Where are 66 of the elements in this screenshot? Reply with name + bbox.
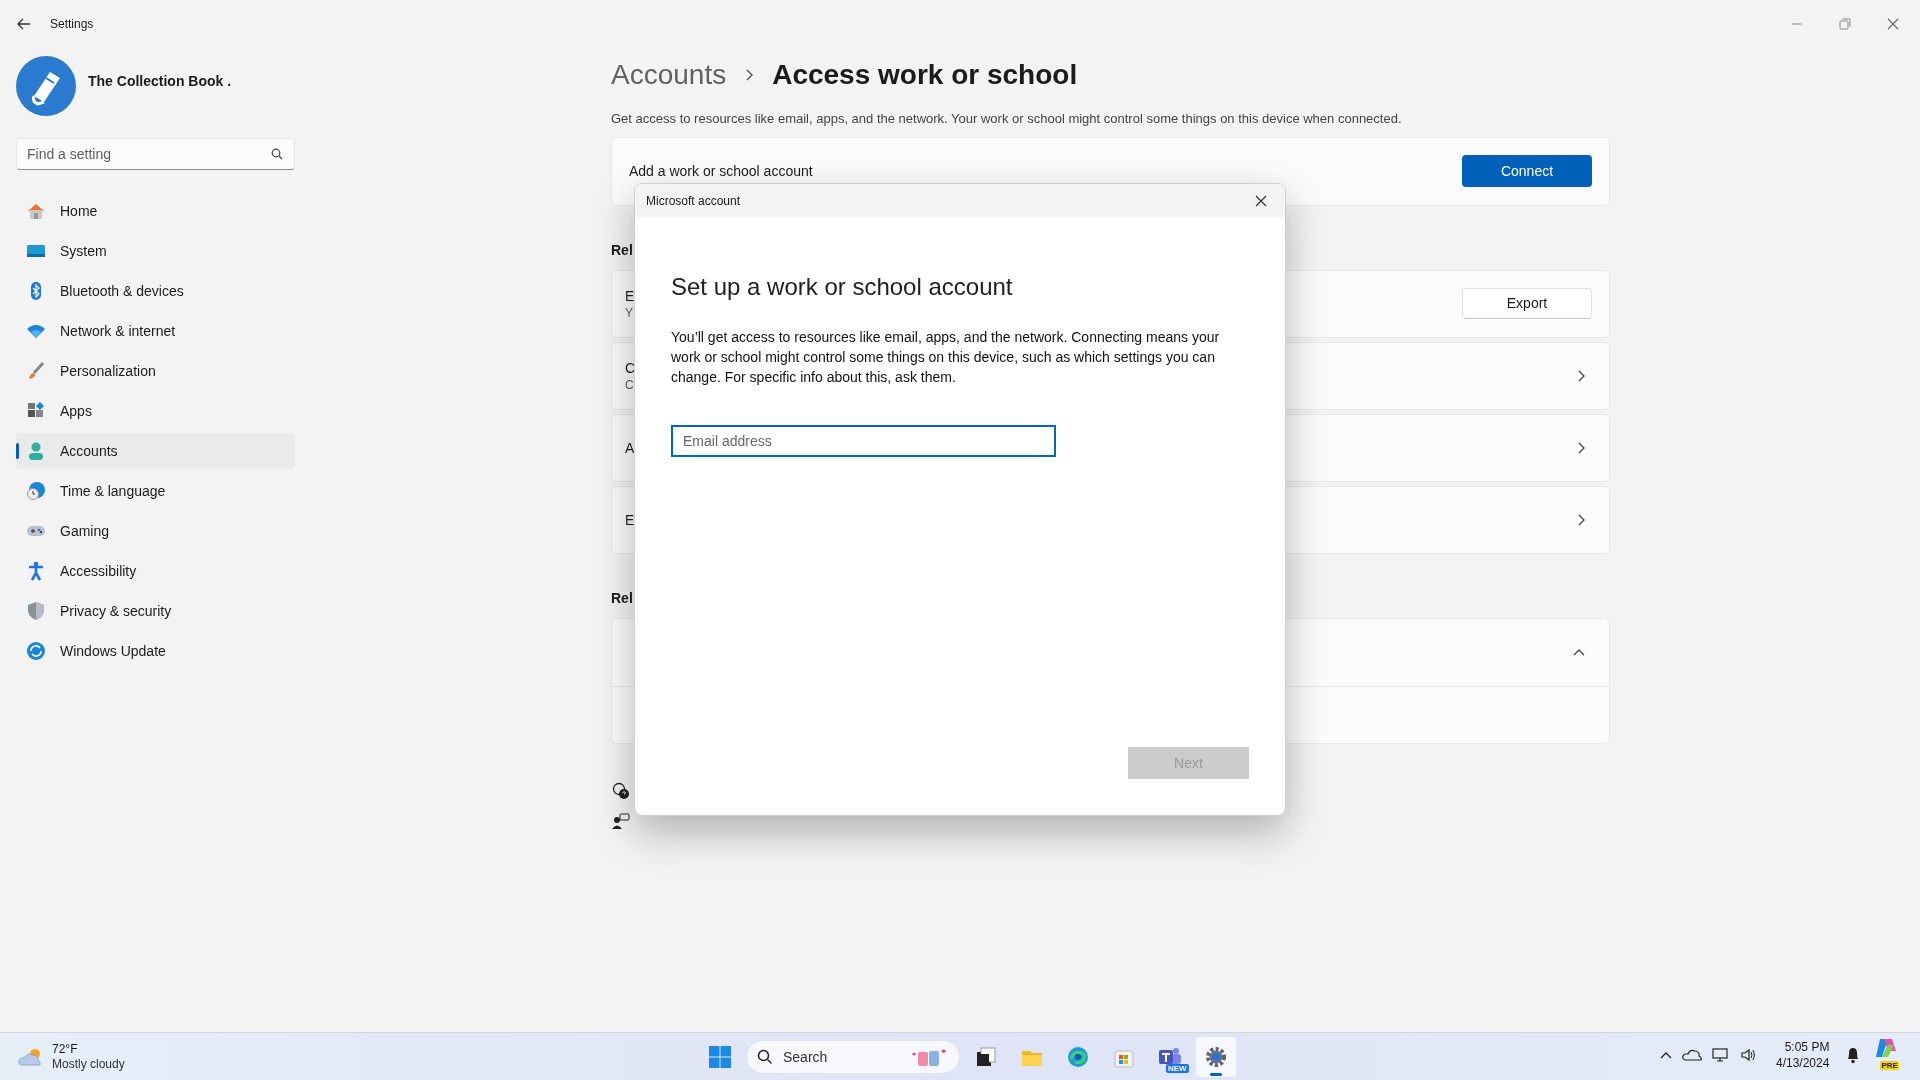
breadcrumb-link[interactable]: Accounts — [611, 54, 727, 96]
search-icon — [271, 148, 283, 160]
card-label: Add a work or school account — [629, 161, 813, 181]
export-button[interactable]: Export — [1462, 288, 1592, 319]
nav-item[interactable]: Accessibility — [16, 553, 295, 589]
paintbrush-icon — [26, 361, 46, 381]
chevron-right-icon — [1576, 368, 1586, 383]
taskbar-search[interactable]: Search — [746, 1040, 960, 1074]
cloud-icon[interactable] — [1682, 1048, 1702, 1062]
house-icon — [26, 201, 46, 221]
close-icon[interactable] — [1254, 193, 1268, 208]
nav-item[interactable]: Personalization — [16, 353, 295, 389]
edge-browser-icon — [1066, 1045, 1090, 1069]
dialog-heading: Set up a work or school account — [671, 272, 1014, 302]
preview-badge: PRE — [1880, 1061, 1899, 1070]
email-field[interactable]: Email address — [671, 425, 1056, 457]
speaker-icon[interactable] — [1740, 1047, 1758, 1063]
nav-item[interactable]: Windows Update — [16, 633, 295, 669]
taskbar-app[interactable]: NEW — [1150, 1037, 1190, 1077]
card-label: C — [625, 358, 636, 377]
new-badge: NEW — [1166, 1064, 1189, 1073]
chevron-right-icon — [744, 68, 755, 82]
monitor-icon[interactable] — [1712, 1047, 1730, 1063]
nav-item[interactable]: Accounts — [16, 433, 295, 469]
page-title: Access work or school — [772, 58, 1078, 92]
nav-item[interactable]: Privacy & security — [16, 593, 295, 629]
section-heading: Rel — [611, 588, 633, 608]
chevron-right-icon — [1576, 512, 1586, 527]
card-label: E — [625, 286, 635, 305]
search-icon — [757, 1049, 773, 1065]
clock[interactable]: 5:05 PM 4/13/2024 — [1776, 1039, 1830, 1071]
page-description: Get access to resources like email, apps, and the network. Your work or school might control some things on this device when connected. — [611, 110, 1403, 128]
copilot-button[interactable]: PRE — [1871, 1037, 1902, 1073]
section-heading: Rel — [611, 240, 633, 260]
task-view-icon — [974, 1045, 998, 1069]
shield-icon — [26, 601, 46, 621]
nav-item[interactable]: Network & internet — [16, 313, 295, 349]
nav-item[interactable]: Apps — [16, 393, 295, 429]
accessibility-icon — [26, 561, 46, 581]
selection-indicator — [16, 443, 19, 459]
nav-item[interactable]: Gaming — [16, 513, 295, 549]
gear-icon — [1204, 1045, 1228, 1069]
card-label: A — [625, 438, 635, 457]
connect-button[interactable]: Connect — [1462, 155, 1592, 187]
nav-item[interactable]: Home — [16, 193, 295, 229]
globe-clock-icon — [26, 481, 46, 501]
profile-name: The Collection Book . — [88, 71, 232, 91]
card-description: C — [625, 376, 635, 393]
nav-item[interactable]: System — [16, 233, 295, 269]
active-indicator — [1210, 1073, 1222, 1076]
back-icon[interactable] — [16, 16, 32, 32]
person-icon — [26, 441, 46, 461]
weather-condition[interactable]: Mostly cloudy — [52, 1056, 125, 1072]
search-field[interactable]: Find a setting — [16, 138, 295, 170]
dialog-title: Microsoft account — [646, 192, 741, 210]
nav-item[interactable]: Bluetooth & devices — [16, 273, 295, 309]
weather-temperature[interactable]: 72°F — [52, 1041, 125, 1057]
sync-icon — [26, 641, 46, 661]
copilot-icon — [1874, 1037, 1899, 1059]
dialog-body: You’ll get access to resources like email, apps, and the network. Connecting means your work or school might control some things on this device, such as which settings you can change. For specific info about this, ask them. — [671, 328, 1221, 387]
card-label: E — [625, 510, 635, 529]
chevron-right-icon — [1576, 440, 1586, 455]
window-title: Settings — [50, 16, 94, 33]
card-description: Y — [625, 304, 634, 321]
chevron-up-icon[interactable] — [1660, 1050, 1672, 1060]
nav-item[interactable]: Time & language — [16, 473, 295, 509]
